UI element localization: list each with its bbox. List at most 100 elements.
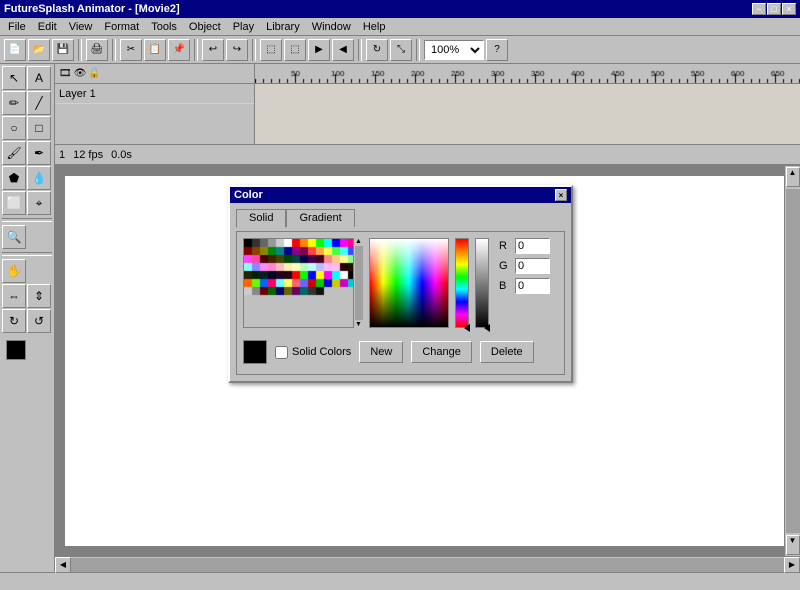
dialog-bottom: Solid Colors New Change Delete — [243, 336, 558, 368]
rgb-panel: R G B — [499, 238, 550, 294]
toolbar-sep-4 — [252, 39, 256, 61]
toolbox-sep-2 — [2, 252, 52, 256]
flip-v-button[interactable]: ⇕ — [27, 284, 51, 308]
dialog-close-button[interactable]: × — [555, 189, 567, 201]
cut-button[interactable]: ✂ — [120, 39, 142, 61]
tool-row-7: 🔍 — [2, 225, 52, 249]
color-gradient-picker[interactable] — [369, 238, 449, 328]
fill-tool[interactable]: ⬟ — [2, 166, 26, 190]
help-button[interactable]: ? — [486, 39, 508, 61]
hscroll-track[interactable] — [71, 558, 784, 572]
timeline-header: 🎞 👁 🔒 — [55, 64, 800, 84]
text-tool[interactable]: A — [27, 66, 51, 90]
menu-tools[interactable]: Tools — [145, 19, 183, 35]
hand-tool[interactable]: ✋ — [2, 259, 26, 283]
menu-library[interactable]: Library — [260, 19, 306, 35]
b-input[interactable] — [515, 278, 550, 294]
rotate-ccw-button[interactable]: ↺ — [27, 309, 51, 333]
color-picker-area: ▲ ▼ — [243, 238, 558, 328]
copy-button[interactable]: 📋 — [144, 39, 166, 61]
scroll-down-btn[interactable]: ▼ — [786, 535, 800, 555]
timeline-footer: 1 12 fps 0.0s — [55, 144, 800, 164]
zoom-select[interactable]: 100% 50% 200% — [424, 40, 484, 60]
pencil-tool[interactable]: ✏ — [2, 91, 26, 115]
paste-button[interactable]: 📌 — [168, 39, 190, 61]
tool-row-5: ⬟ 💧 — [2, 166, 52, 190]
swatch-scrollbar[interactable]: ▲ ▼ — [353, 238, 363, 328]
group-button[interactable]: ⬚ — [260, 39, 282, 61]
layer-header: 🎞 👁 🔒 — [55, 64, 255, 83]
dropper-tool[interactable]: 💧 — [27, 166, 51, 190]
brush-tool[interactable]: 🖌 — [2, 141, 26, 165]
tab-bar: Solid Gradient — [236, 209, 565, 227]
menu-window[interactable]: Window — [306, 19, 357, 35]
layer-name: Layer 1 — [59, 88, 96, 100]
g-input[interactable] — [515, 258, 550, 274]
open-button[interactable]: 📂 — [28, 39, 50, 61]
b-label: B — [499, 280, 511, 292]
menu-play[interactable]: Play — [227, 19, 260, 35]
scale-button[interactable]: ⤡ — [390, 39, 412, 61]
b-row: B — [499, 278, 550, 294]
toolbar-sep-3 — [194, 39, 198, 61]
rect-tool[interactable]: □ — [27, 116, 51, 140]
tab-solid[interactable]: Solid — [236, 209, 286, 228]
eraser-tool[interactable]: ⬜ — [2, 191, 26, 215]
scroll-up-btn[interactable]: ▲ — [786, 167, 800, 187]
lasso-tool[interactable]: ⌖ — [27, 191, 51, 215]
back-button[interactable]: ◀ — [332, 39, 354, 61]
save-button[interactable]: 💾 — [52, 39, 74, 61]
undo-button[interactable]: ↩ — [202, 39, 224, 61]
arrow-tool[interactable]: ↖ — [2, 66, 26, 90]
dialog-content: Solid Gradient ▲ ▼ — [230, 203, 571, 381]
maximize-button[interactable]: □ — [767, 3, 781, 15]
color-dialog[interactable]: Color × Solid Gradient ▲ — [228, 185, 573, 383]
horizontal-scrollbar[interactable]: ◀ ▶ — [55, 556, 800, 572]
r-label: R — [499, 240, 511, 252]
swatch-scroll-down[interactable]: ▼ — [355, 321, 362, 328]
menu-format[interactable]: Format — [98, 19, 145, 35]
print-button[interactable]: 🖨 — [86, 39, 108, 61]
menu-file[interactable]: File — [2, 19, 32, 35]
ink-tool[interactable]: ✒ — [27, 141, 51, 165]
menu-object[interactable]: Object — [183, 19, 227, 35]
scroll-left-btn[interactable]: ◀ — [55, 557, 71, 573]
flip-h-button[interactable]: ⇔ — [2, 284, 26, 308]
title-bar: FutureSplash Animator - [Movie2] − □ × — [0, 0, 800, 18]
scroll-right-btn[interactable]: ▶ — [784, 557, 800, 573]
zoom-tool[interactable]: 🔍 — [2, 225, 26, 249]
forward-button[interactable]: ▶ — [308, 39, 330, 61]
color-swatch[interactable] — [6, 340, 26, 360]
gray-bar[interactable] — [475, 238, 489, 328]
swatch-scroll-up[interactable]: ▲ — [355, 238, 362, 245]
scroll-track[interactable] — [786, 189, 800, 533]
rotate-button[interactable]: ↻ — [366, 39, 388, 61]
layer-header-icons: 🎞 👁 🔒 — [59, 68, 101, 79]
close-button[interactable]: × — [782, 3, 796, 15]
timeline-body: Layer 1 — [55, 84, 800, 144]
new-button[interactable]: 📄 — [4, 39, 26, 61]
tab-gradient[interactable]: Gradient — [286, 209, 354, 227]
tool-row-9: ↻ ↺ — [2, 309, 52, 333]
r-input[interactable] — [515, 238, 550, 254]
change-button[interactable]: Change — [411, 341, 472, 363]
solid-colors-checkbox[interactable] — [275, 346, 288, 359]
delete-button[interactable]: Delete — [480, 341, 534, 363]
vertical-scrollbar[interactable]: ▲ ▼ — [784, 166, 800, 556]
menu-help[interactable]: Help — [357, 19, 392, 35]
redo-button[interactable]: ↪ — [226, 39, 248, 61]
layer-item[interactable]: Layer 1 — [55, 84, 254, 104]
menu-view[interactable]: View — [63, 19, 99, 35]
minimize-button[interactable]: − — [752, 3, 766, 15]
time-display: 0.0s — [111, 149, 132, 161]
new-button[interactable]: New — [359, 341, 403, 363]
line-tool[interactable]: ╱ — [27, 91, 51, 115]
rotate-cw-button[interactable]: ↻ — [2, 309, 26, 333]
swatch-scroll-track[interactable] — [355, 246, 363, 320]
hue-bar[interactable] — [455, 238, 469, 328]
swatch-scroll[interactable] — [243, 238, 363, 328]
dialog-title-text: Color — [234, 189, 263, 201]
oval-tool[interactable]: ○ — [2, 116, 26, 140]
menu-edit[interactable]: Edit — [32, 19, 63, 35]
ungroup-button[interactable]: ⬚ — [284, 39, 306, 61]
